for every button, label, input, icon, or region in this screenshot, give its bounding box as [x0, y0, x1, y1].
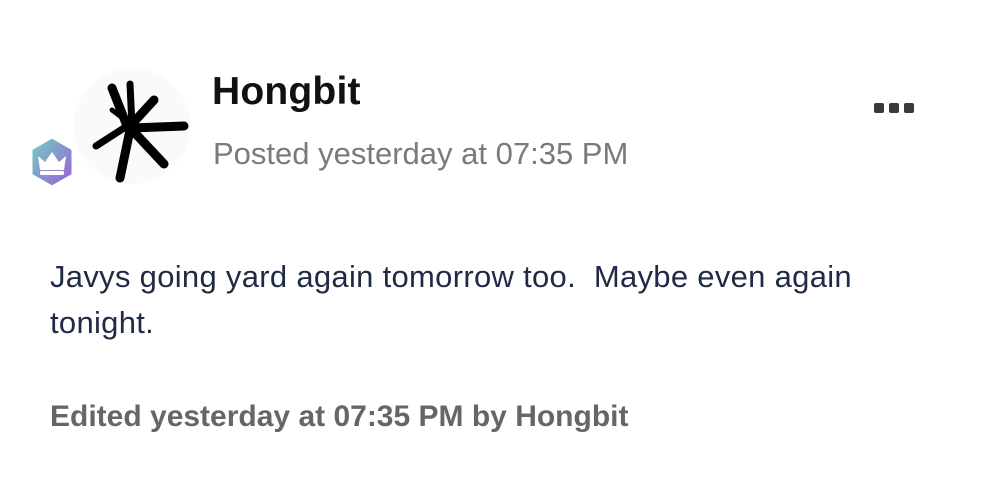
author-name[interactable]: Hongbit — [212, 70, 361, 114]
avatar[interactable] — [72, 66, 192, 186]
more-options-button[interactable] — [868, 94, 920, 122]
crown-icon — [29, 135, 75, 189]
author-avatar-group[interactable] — [24, 66, 190, 196]
edited-note: Edited yesterday at 07:35 PM by Hongbit — [50, 400, 629, 433]
forum-post: Hongbit Posted yesterday at 07:35 PM Jav… — [0, 0, 1000, 485]
post-content: Javys going yard again tomorrow too. May… — [50, 259, 861, 340]
ellipsis-icon — [874, 103, 914, 113]
post-timestamp: Posted yesterday at 07:35 PM — [213, 136, 629, 171]
